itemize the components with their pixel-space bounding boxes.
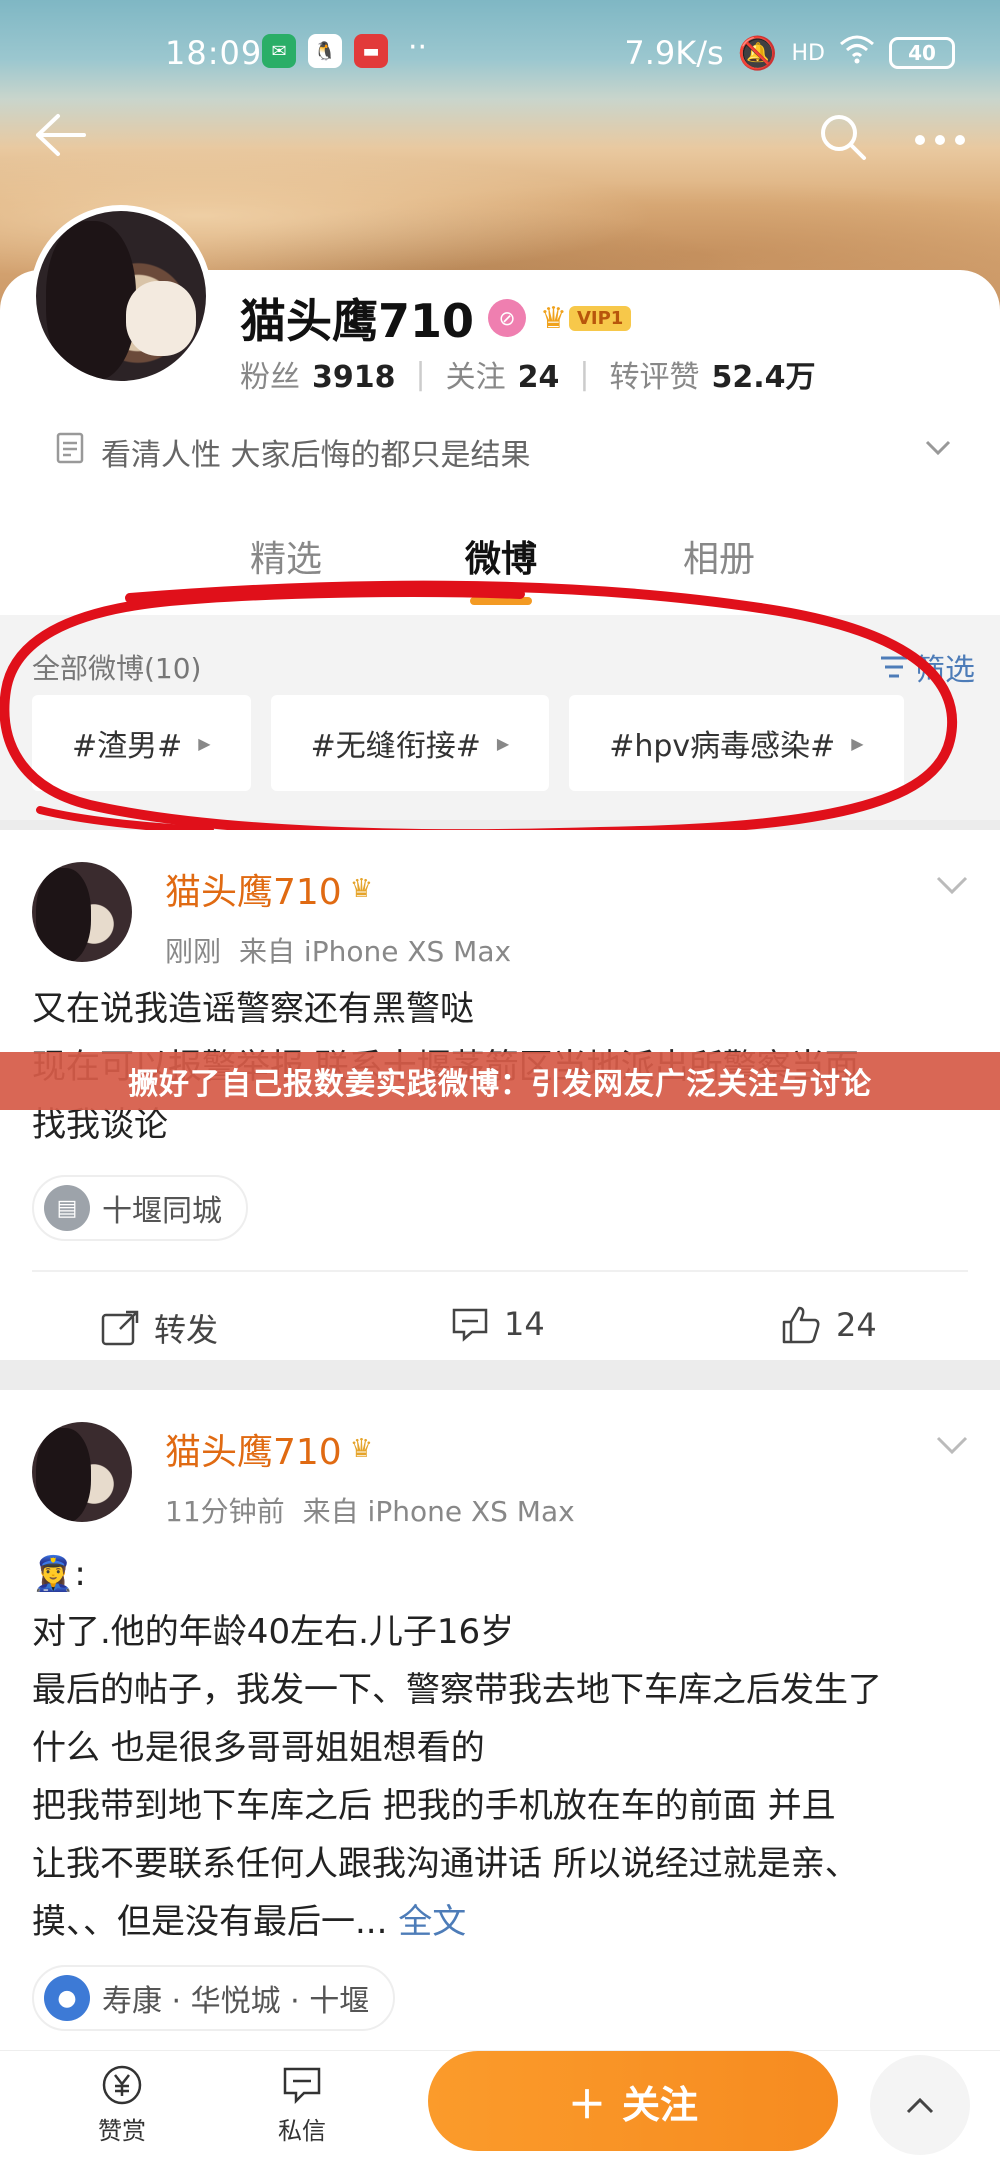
document-icon [55, 432, 85, 472]
scroll-to-top-button[interactable] [870, 2055, 970, 2155]
tab-weibo[interactable]: 微博 [465, 530, 537, 582]
crown-icon: ♛ [349, 1434, 374, 1464]
tab-featured[interactable]: 精选 [250, 530, 322, 582]
city-icon: ▤ [44, 1185, 90, 1231]
post-time: 11分钟前 [165, 1495, 285, 1528]
post-avatar[interactable] [32, 1422, 132, 1522]
avatar[interactable] [30, 205, 212, 387]
post-actions: 转发 14 24 [0, 1305, 1000, 1385]
post-author[interactable]: 猫头鹰710 ♛ [165, 863, 373, 915]
post-time: 刚刚 [165, 935, 222, 968]
mute-icon: 🔕 [737, 34, 778, 72]
profile-username: 猫头鹰710 [240, 294, 475, 348]
location-tag[interactable]: ● 寿康 · 华悦城 · 十堰 [32, 1965, 396, 2031]
like-button[interactable]: 24 [780, 1305, 877, 1345]
post-source: 来自 iPhone XS Max [239, 935, 512, 968]
stat-followers[interactable]: 粉丝 3918 [240, 352, 396, 396]
network-speed: 7.9K/s [624, 34, 724, 72]
chevron-down-icon[interactable] [921, 430, 955, 472]
topic-chip[interactable]: #hpv病毒感染# ▶ [569, 695, 904, 791]
vip-badge[interactable]: ♛ VIP1 [540, 300, 632, 336]
post-avatar[interactable] [32, 862, 132, 962]
post-source: 来自 iPhone XS Max [302, 1495, 575, 1528]
location-pin-icon: ● [44, 1975, 90, 2021]
message-button[interactable]: 私信 [252, 2063, 352, 2146]
wifi-icon [839, 34, 875, 72]
crown-icon: ♛ [349, 874, 374, 904]
wechat-icon: ✉ [262, 34, 296, 68]
tab-album[interactable]: 相册 [683, 530, 755, 582]
more-icon[interactable] [910, 110, 970, 164]
more-notifications-icon: ·· [408, 30, 428, 65]
profile-tabs: 精选 微博 相册 [0, 500, 1000, 615]
top-nav [0, 110, 1000, 170]
status-bar: 18:09 ✉ 🐧 ▬ ·· 7.9K/s 🔕 HD 40 [0, 30, 1000, 80]
topic-chip[interactable]: #渣男# ▶ [32, 695, 251, 791]
follow-button[interactable]: ＋ 关注 [428, 2051, 838, 2151]
post-meta: 刚刚 来自 iPhone XS Max [165, 930, 529, 970]
profile-bio[interactable]: 看清人性 大家后悔的都只是结果 [55, 430, 955, 474]
app-icon: ▬ [354, 34, 388, 68]
stat-following[interactable]: 关注 24 [446, 352, 560, 396]
repost-icon [101, 1310, 139, 1346]
chevron-up-icon [906, 2097, 934, 2114]
caption-banner: 撅好了自己报数姜实践微博：引发网友广泛关注与讨论 [0, 1052, 1000, 1110]
qq-icon: 🐧 [308, 34, 342, 68]
location-tag[interactable]: ▤ 十堰同城 [32, 1175, 248, 1241]
verified-badge-icon[interactable]: ⊘ [488, 299, 527, 337]
chevron-down-icon[interactable] [934, 870, 970, 904]
status-time: 18:09 [165, 34, 263, 72]
plus-icon: ＋ [567, 2082, 606, 2127]
repost-button[interactable]: 转发 [100, 1305, 218, 1351]
signal-icon: HD [791, 40, 825, 66]
all-posts-count: 全部微博(10) [32, 652, 202, 685]
post-filter: 全部微博(10) 筛选 #渣男# ▶ #无缝衔接# ▶ #hpv病毒感染# ▶ [0, 615, 1000, 820]
post-card[interactable]: 猫头鹰710 ♛ 11分钟前 来自 iPhone XS Max 👮‍♀️: 对了.他… [0, 1390, 1000, 2080]
message-icon [283, 2067, 321, 2105]
stat-interactions[interactable]: 转评赞 52.4万 [609, 352, 815, 396]
profile-stats: 粉丝 3918 | 关注 24 | 转评赞 52.4万 [240, 352, 816, 396]
filter-icon [881, 656, 907, 678]
search-icon[interactable] [816, 110, 870, 168]
crown-icon: ♛ [540, 300, 567, 336]
yuan-icon [102, 2065, 142, 2105]
filter-button[interactable]: 筛选 [879, 645, 975, 689]
thumbs-up-icon [782, 1306, 820, 1344]
back-icon[interactable] [30, 110, 90, 164]
bottom-bar: 赞赏 私信 ＋ 关注 [0, 2050, 1000, 2167]
comment-icon [452, 1308, 488, 1342]
reward-button[interactable]: 赞赏 [72, 2063, 172, 2146]
post-meta: 11分钟前 来自 iPhone XS Max [165, 1490, 593, 1530]
topic-chip[interactable]: #无缝衔接# ▶ [270, 695, 550, 791]
comment-button[interactable]: 14 [450, 1305, 545, 1343]
chevron-down-icon[interactable] [934, 1430, 970, 1464]
post-author[interactable]: 猫头鹰710 ♛ [165, 1423, 373, 1475]
battery-icon: 40 [889, 37, 955, 69]
divider [32, 1270, 968, 1272]
post-text: 👮‍♀️: 对了.他的年龄40左右.儿子16岁 最后的帖子，我发一下、警察带我去… [32, 1554, 882, 1942]
tab-indicator [470, 597, 532, 605]
read-more-link[interactable]: 全文 [398, 1902, 466, 1942]
